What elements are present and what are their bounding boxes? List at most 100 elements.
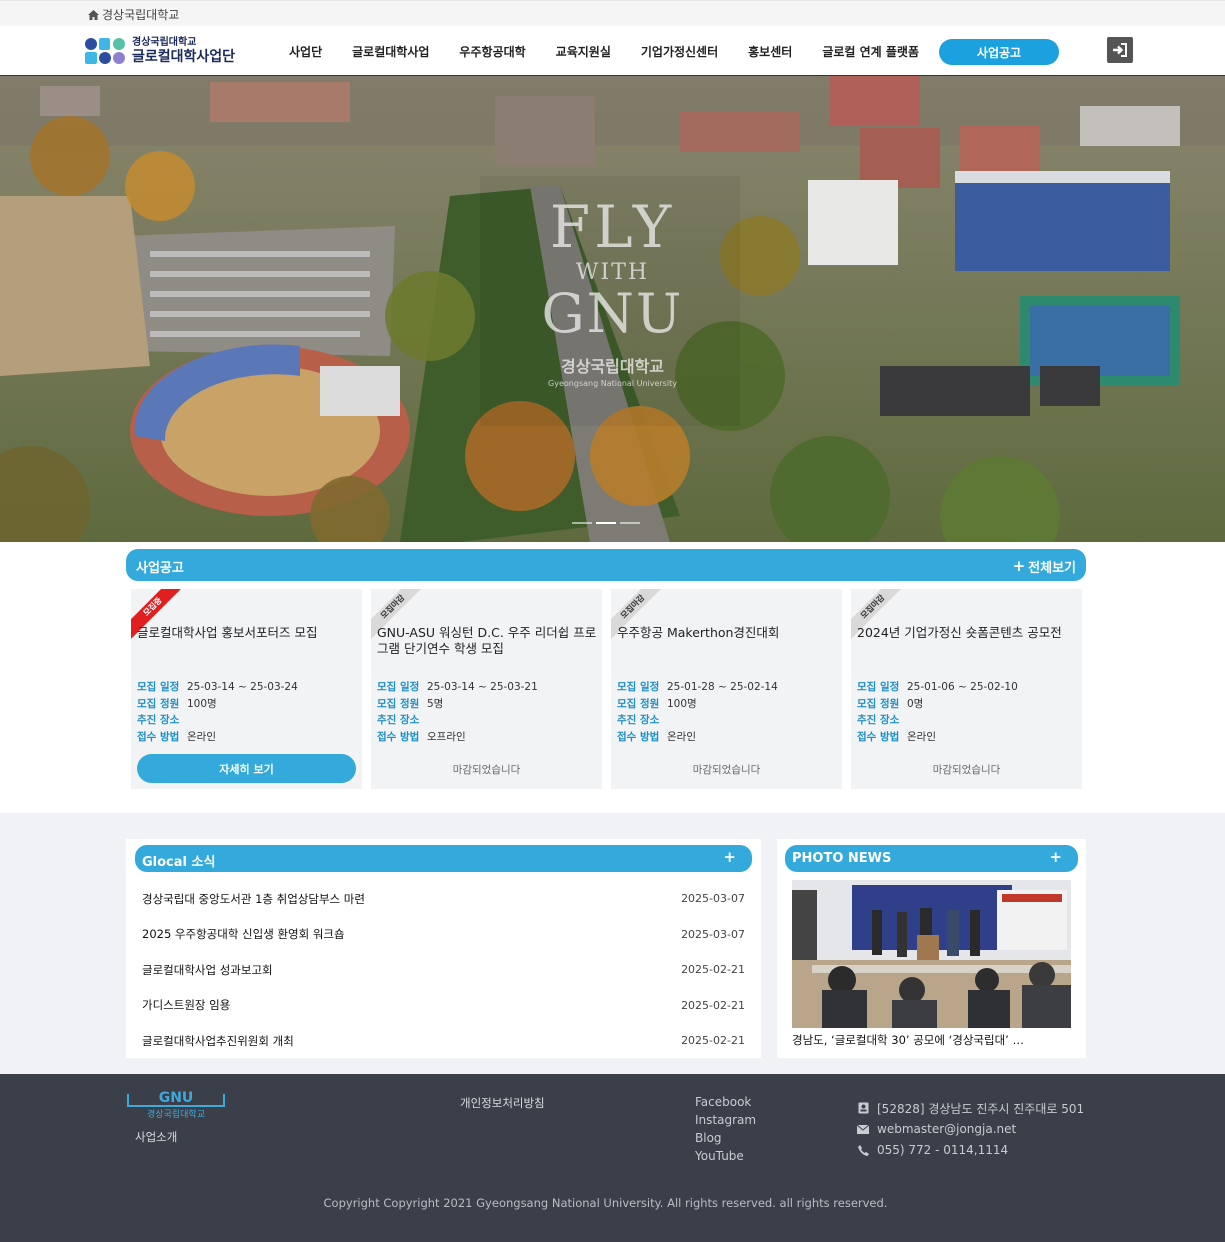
news-date: 2025-02-21 (681, 963, 745, 977)
field-value-capacity: 0명 (907, 697, 924, 710)
notice-card-title[interactable]: 2024년 기업가정신 숏폼콘텐츠 공모전 (857, 625, 1079, 641)
list-item[interactable]: 경상국립대 중앙도서관 1층 취업상담부스 마련 2025-03-07 (142, 881, 745, 917)
field-value-period: 25-03-14 ~ 25-03-24 (187, 681, 298, 693)
glocal-news-title: Glocal 소식 (142, 855, 216, 870)
footer-privacy-link[interactable]: 개인정보처리방침 (460, 1095, 545, 1111)
hero-univ-en: Gyeongsang National University (548, 379, 677, 388)
field-label-capacity: 모집 정원 (857, 697, 900, 710)
site-header: 경상국립대학교 글로컬대학사업단 사업단 글로컬대학사업 우주항공대학 교육지원… (0, 26, 1225, 76)
notice-section-header: 사업공고 + 전체보기 (126, 549, 1086, 581)
address-icon (857, 1102, 869, 1114)
login-icon (1113, 43, 1127, 57)
nav-item-platform[interactable]: 글로컬 연계 플랫폼 (807, 43, 934, 60)
news-date: 2025-02-21 (681, 1034, 745, 1048)
field-label-period: 모집 일정 (137, 681, 180, 693)
news-date: 2025-02-21 (681, 998, 745, 1012)
hero-line1: FLY (549, 193, 676, 261)
list-item[interactable]: 글로컬대학사업추진위원회 개최 2025-02-21 (142, 1023, 745, 1059)
photo-news-image[interactable] (792, 880, 1071, 1028)
notice-card-title[interactable]: 글로컬대학사업 홍보서포터즈 모집 (137, 625, 359, 641)
home-link[interactable]: 경상국립대학교 (88, 6, 179, 23)
field-label-capacity: 모집 정원 (377, 697, 420, 710)
field-value-period: 25-03-14 ~ 25-03-21 (427, 681, 538, 693)
hero-dot-3[interactable] (620, 522, 640, 524)
detail-button[interactable]: 자세히 보기 (137, 754, 356, 783)
nav-item-education[interactable]: 교육지원실 (541, 43, 626, 60)
email-icon (857, 1123, 869, 1135)
view-all-label: 전체보기 (1028, 561, 1076, 576)
field-value-method: 온라인 (667, 730, 696, 743)
news-title[interactable]: 2025 우주항공대학 신입생 환영회 워크숍 (142, 926, 345, 942)
footer-address: [52828] 경상남도 진주시 진주대로 501 (877, 1101, 1085, 1116)
hero-line3: GNU (541, 282, 684, 345)
field-label-place: 추진 장소 (137, 714, 180, 726)
footer-copyright: Copyright Copyright 2021 Gyeongsang Nati… (323, 1196, 888, 1210)
nav-item-aerospace[interactable]: 우주항공대학 (444, 43, 540, 60)
field-value-period: 25-01-06 ~ 25-02-10 (907, 681, 1018, 693)
news-date: 2025-03-07 (681, 927, 745, 941)
footer-contact: [52828] 경상남도 진주시 진주대로 501 webmaster@jong… (857, 1098, 1084, 1161)
site-logo[interactable]: 경상국립대학교 글로컬대학사업단 (84, 37, 235, 65)
notice-card-title[interactable]: GNU-ASU 워싱턴 D.C. 우주 리더쉽 프로그램 단기연수 학생 모집 (377, 625, 599, 657)
youtube-link[interactable]: YouTube (695, 1147, 756, 1165)
field-value-method: 온라인 (907, 730, 936, 743)
list-item[interactable]: 2025 우주항공대학 신입생 환영회 워크숍 2025-03-07 (142, 917, 745, 953)
notice-cta-button[interactable]: 사업공고 (939, 39, 1059, 65)
field-label-method: 접수 방법 (137, 730, 180, 743)
field-label-capacity: 모집 정원 (137, 697, 180, 710)
field-label-method: 접수 방법 (377, 730, 420, 743)
hero-univ-ko: 경상국립대학교 (560, 357, 665, 376)
field-label-place: 추진 장소 (377, 714, 420, 726)
news-title[interactable]: 경상국립대 중앙도서관 1층 취업상담부스 마련 (142, 891, 365, 907)
list-item[interactable]: 글로컬대학사업 성과보고회 2025-02-21 (142, 952, 745, 988)
footer-logo-icon: GNU 경상국립대학교 (126, 1090, 226, 1122)
news-title[interactable]: 글로컬대학사업추진위원회 개최 (142, 1033, 294, 1049)
photo-news-panel: PHOTO NEWS + 경남도, ‘글로컬대학 30’ 공모에 ‘경상국립대’… (777, 839, 1086, 1058)
closed-label: 마감되었습니다 (692, 764, 761, 776)
field-value-capacity: 5명 (427, 697, 444, 710)
field-label-period: 모집 일정 (377, 681, 420, 693)
news-date: 2025-03-07 (681, 892, 745, 906)
blog-link[interactable]: Blog (695, 1129, 756, 1147)
field-value-method: 온라인 (187, 730, 216, 743)
news-title[interactable]: 가디스트원장 임용 (142, 997, 230, 1013)
notice-card[interactable]: 모집마감 GNU-ASU 워싱턴 D.C. 우주 리더쉽 프로그램 단기연수 학… (371, 589, 602, 789)
footer-email[interactable]: webmaster@jongja.net (877, 1122, 1016, 1136)
notice-card[interactable]: 모집마감 우주항공 Makerthon경진대회 모집 일정 25-01-28 ~ … (611, 589, 842, 789)
hero-pagination (572, 522, 640, 524)
svg-text:GNU: GNU (159, 1090, 194, 1106)
field-value-capacity: 100명 (667, 697, 697, 710)
more-plus-icon[interactable]: + (723, 850, 736, 865)
field-value-capacity: 100명 (187, 697, 217, 710)
photo-news-caption[interactable]: 경남도, ‘글로컬대학 30’ 공모에 ‘경상국립대’ … (792, 1032, 1071, 1048)
footer-about-link[interactable]: 사업소개 (135, 1129, 177, 1145)
news-title[interactable]: 글로컬대학사업 성과보고회 (142, 962, 273, 978)
home-icon (88, 9, 99, 20)
list-item[interactable]: 가디스트원장 임용 2025-02-21 (142, 988, 745, 1024)
footer-phone: 055) 772 - 0114,1114 (877, 1143, 1009, 1157)
notice-card[interactable]: 모집마감 2024년 기업가정신 숏폼콘텐츠 공모전 모집 일정 25-01-06… (851, 589, 1082, 789)
site-footer: GNU 경상국립대학교 사업소개 개인정보처리방침 Facebook Insta… (0, 1074, 1225, 1242)
nav-item-glocal[interactable]: 글로컬대학사업 (337, 43, 444, 60)
nav-item-entrepreneurship[interactable]: 기업가정신센터 (626, 43, 733, 60)
more-plus-icon[interactable]: + (1049, 850, 1062, 865)
field-value-method: 오프라인 (427, 730, 466, 743)
logo-line2: 글로컬대학사업단 (132, 49, 236, 65)
logo-mark-icon (84, 37, 126, 65)
field-label-period: 모집 일정 (857, 681, 900, 693)
facebook-link[interactable]: Facebook (695, 1093, 756, 1111)
notice-card[interactable]: 모집중 글로컬대학사업 홍보서포터즈 모집 모집 일정 25-03-14 ~ 25… (131, 589, 362, 789)
login-button[interactable] (1107, 37, 1133, 63)
hero-slogan: FLY WITH GNU 경상국립대학교 Gyeongsang National… (0, 198, 1225, 388)
notice-card-title[interactable]: 우주항공 Makerthon경진대회 (617, 625, 839, 641)
plus-icon: + (1012, 557, 1026, 575)
view-all-link[interactable]: + 전체보기 (1012, 557, 1076, 577)
hero-dot-1[interactable] (572, 522, 592, 524)
hero-dot-2[interactable] (596, 522, 616, 524)
hero-banner: FLY WITH GNU 경상국립대학교 Gyeongsang National… (0, 76, 1225, 542)
closed-label: 마감되었습니다 (932, 764, 1001, 776)
field-value-period: 25-01-28 ~ 25-02-14 (667, 681, 778, 693)
nav-item-center[interactable]: 사업단 (274, 43, 337, 60)
instagram-link[interactable]: Instagram (695, 1111, 756, 1129)
nav-item-pr[interactable]: 홍보센터 (733, 43, 807, 60)
